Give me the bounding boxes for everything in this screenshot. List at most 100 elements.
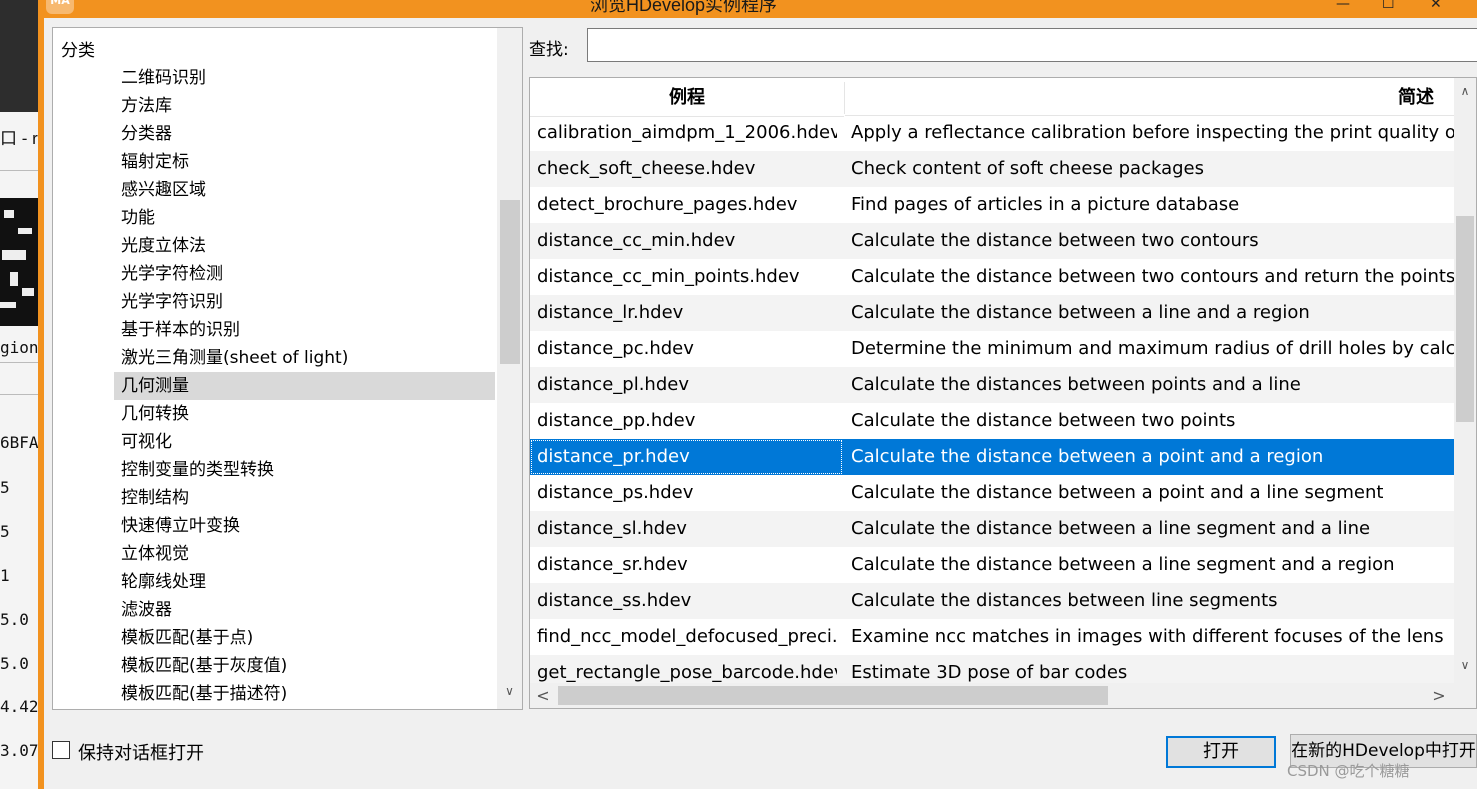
category-item[interactable]: 快速傅立叶变换 xyxy=(119,512,495,540)
app-logo-icon: MA xyxy=(46,0,74,14)
category-tree-scrollbar[interactable]: ∨ xyxy=(497,28,522,709)
example-filename-cell[interactable]: calibration_aimdpm_1_2006.hdev xyxy=(537,115,837,151)
category-item[interactable]: 控制结构 xyxy=(119,484,495,512)
table-row[interactable]: distance_ss.hdev Calculate the distances … xyxy=(530,583,1454,619)
example-filename-cell[interactable]: distance_sl.hdev xyxy=(537,511,837,547)
scroll-down-arrow-icon[interactable]: ∨ xyxy=(497,684,522,704)
table-row[interactable]: distance_pp.hdev Calculate the distance b… xyxy=(530,403,1454,439)
example-description-cell[interactable]: Examine ncc matches in images with diffe… xyxy=(851,619,1454,655)
table-row[interactable]: distance_pl.hdev Calculate the distances … xyxy=(530,367,1454,403)
table-row[interactable]: distance_lr.hdev Calculate the distance b… xyxy=(530,295,1454,331)
maximize-icon[interactable]: ☐ xyxy=(1382,0,1395,12)
example-browser-dialog: MA 浏览HDevelop实例程序 — ☐ ✕ 分类 二维码识别 方法库 分类器 辐射… xyxy=(38,0,1477,789)
table-row[interactable]: distance_pc.hdev Determine the minimum an… xyxy=(530,331,1454,367)
category-item[interactable]: 几何转换 xyxy=(119,400,495,428)
table-row[interactable]: distance_sl.hdev Calculate the distance b… xyxy=(530,511,1454,547)
background-text-line: gion xyxy=(0,338,38,357)
example-filename-cell[interactable]: distance_pp.hdev xyxy=(537,403,837,439)
category-item[interactable]: 分类器 xyxy=(119,120,495,148)
example-filename-cell[interactable]: distance_pc.hdev xyxy=(537,331,837,367)
table-row[interactable]: distance_pr.hdev Calculate the distance b… xyxy=(530,439,1454,475)
category-item[interactable]: 光学字符识别 xyxy=(119,288,495,316)
category-tree-scroll-thumb[interactable] xyxy=(500,200,520,364)
example-filename-cell[interactable]: distance_sr.hdev xyxy=(537,547,837,583)
background-dark-region xyxy=(0,0,38,112)
background-text-line: 5.0 xyxy=(0,610,29,629)
table-row[interactable]: calibration_aimdpm_1_2006.hdev Apply a re… xyxy=(530,115,1454,151)
category-tree[interactable]: 分类 二维码识别 方法库 分类器 辐射定标 感兴趣区域 功能 光度立体法 光学字符检测 光学字符… xyxy=(52,27,523,710)
example-description-cell[interactable]: Calculate the distance between two conto… xyxy=(851,259,1454,295)
table-vertical-scrollbar[interactable]: ∧ ∨ xyxy=(1454,78,1476,683)
examples-table[interactable]: 例程 简述 calibration_aimdpm_1_2006.hdev Appl… xyxy=(529,77,1477,709)
example-filename-cell[interactable]: distance_pl.hdev xyxy=(537,367,837,403)
category-item[interactable]: 几何测量 xyxy=(114,372,495,400)
table-row[interactable]: detect_brochure_pages.hdev Find pages of … xyxy=(530,187,1454,223)
background-text-line: 1 xyxy=(0,566,10,585)
keep-open-checkbox[interactable] xyxy=(52,741,70,759)
background-text-line: 5.0 xyxy=(0,654,29,673)
scroll-left-arrow-icon[interactable]: < xyxy=(534,686,552,706)
window-border xyxy=(38,18,44,789)
scroll-down-arrow-icon[interactable]: ∨ xyxy=(1454,658,1476,676)
category-item[interactable]: 方法库 xyxy=(119,92,495,120)
category-item[interactable]: 滤波器 xyxy=(119,596,495,624)
example-description-cell[interactable]: Calculate the distance between two conto… xyxy=(851,223,1454,259)
minimize-icon[interactable]: — xyxy=(1336,0,1350,12)
column-header-description[interactable]: 简述 xyxy=(845,78,1454,116)
category-item[interactable]: 基于样本的识别 xyxy=(119,316,495,344)
example-filename-cell[interactable]: distance_ps.hdev xyxy=(537,475,837,511)
keep-open-label[interactable]: 保持对话框打开 xyxy=(78,739,204,765)
close-icon[interactable]: ✕ xyxy=(1430,0,1442,12)
scroll-right-arrow-icon[interactable]: > xyxy=(1430,686,1448,706)
search-input[interactable] xyxy=(587,28,1477,62)
scroll-up-arrow-icon[interactable]: ∧ xyxy=(1454,84,1476,102)
category-item[interactable]: 激光三角测量(sheet of light) xyxy=(119,344,495,372)
example-filename-cell[interactable]: find_ncc_model_defocused_preci... xyxy=(537,619,837,655)
example-filename-cell[interactable]: detect_brochure_pages.hdev xyxy=(537,187,837,223)
open-button[interactable]: 打开 xyxy=(1166,736,1276,768)
category-item[interactable]: 模板匹配(基于点) xyxy=(119,624,495,652)
table-row[interactable]: check_soft_cheese.hdev Check content of s… xyxy=(530,151,1454,187)
category-item[interactable]: 光学字符检测 xyxy=(119,260,495,288)
table-row[interactable]: distance_ps.hdev Calculate the distance b… xyxy=(530,475,1454,511)
example-description-cell[interactable]: Apply a reflectance calibration before i… xyxy=(851,115,1454,151)
example-description-cell[interactable]: Calculate the distance between a point a… xyxy=(851,439,1454,475)
table-horizontal-scrollbar[interactable]: < > xyxy=(530,683,1476,708)
example-description-cell[interactable]: Calculate the distance between a point a… xyxy=(851,475,1454,511)
table-row[interactable]: distance_cc_min.hdev Calculate the distan… xyxy=(530,223,1454,259)
example-filename-cell[interactable]: distance_cc_min_points.hdev xyxy=(537,259,837,295)
category-item[interactable]: 轮廓线处理 xyxy=(119,568,495,596)
example-description-cell[interactable]: Find pages of articles in a picture data… xyxy=(851,187,1454,223)
table-row[interactable]: distance_sr.hdev Calculate the distance b… xyxy=(530,547,1454,583)
category-item[interactable]: 二维码识别 xyxy=(119,64,495,92)
category-item[interactable]: 模板匹配(基于灰度值) xyxy=(119,652,495,680)
example-filename-cell[interactable]: distance_cc_min.hdev xyxy=(537,223,837,259)
example-filename-cell[interactable]: check_soft_cheese.hdev xyxy=(537,151,837,187)
example-description-cell[interactable]: Calculate the distances between line seg… xyxy=(851,583,1454,619)
example-filename-cell[interactable]: distance_lr.hdev xyxy=(537,295,837,331)
table-row[interactable]: distance_cc_min_points.hdev Calculate the… xyxy=(530,259,1454,295)
example-description-cell[interactable]: Calculate the distance between a line se… xyxy=(851,547,1454,583)
example-description-cell[interactable]: Calculate the distance between two point… xyxy=(851,403,1454,439)
table-horizontal-scroll-thumb[interactable] xyxy=(558,686,1108,705)
example-filename-cell[interactable]: distance_ss.hdev xyxy=(537,583,837,619)
category-item[interactable]: 光度立体法 xyxy=(119,232,495,260)
example-description-cell[interactable]: Determine the minimum and maximum radius… xyxy=(851,331,1454,367)
category-item[interactable]: 可视化 xyxy=(119,428,495,456)
category-item[interactable]: 模板匹配(基于描述符) xyxy=(119,680,495,708)
category-item[interactable]: 辐射定标 xyxy=(119,148,495,176)
category-item[interactable]: 功能 xyxy=(119,204,495,232)
category-item[interactable]: 立体视觉 xyxy=(119,540,495,568)
table-vertical-scroll-thumb[interactable] xyxy=(1456,216,1474,422)
example-description-cell[interactable]: Check content of soft cheese packages xyxy=(851,151,1454,187)
example-filename-cell[interactable]: distance_pr.hdev xyxy=(537,439,837,475)
title-bar[interactable]: MA 浏览HDevelop实例程序 — ☐ ✕ xyxy=(38,0,1477,18)
example-description-cell[interactable]: Calculate the distance between a line se… xyxy=(851,511,1454,547)
category-item[interactable]: 控制变量的类型转换 xyxy=(119,456,495,484)
category-item[interactable]: 感兴趣区域 xyxy=(119,176,495,204)
example-description-cell[interactable]: Calculate the distance between a line an… xyxy=(851,295,1454,331)
table-row[interactable]: find_ncc_model_defocused_preci... Examine… xyxy=(530,619,1454,655)
column-header-example[interactable]: 例程 xyxy=(530,78,844,117)
background-text-line: 6BFA xyxy=(0,433,38,452)
example-description-cell[interactable]: Calculate the distances between points a… xyxy=(851,367,1454,403)
